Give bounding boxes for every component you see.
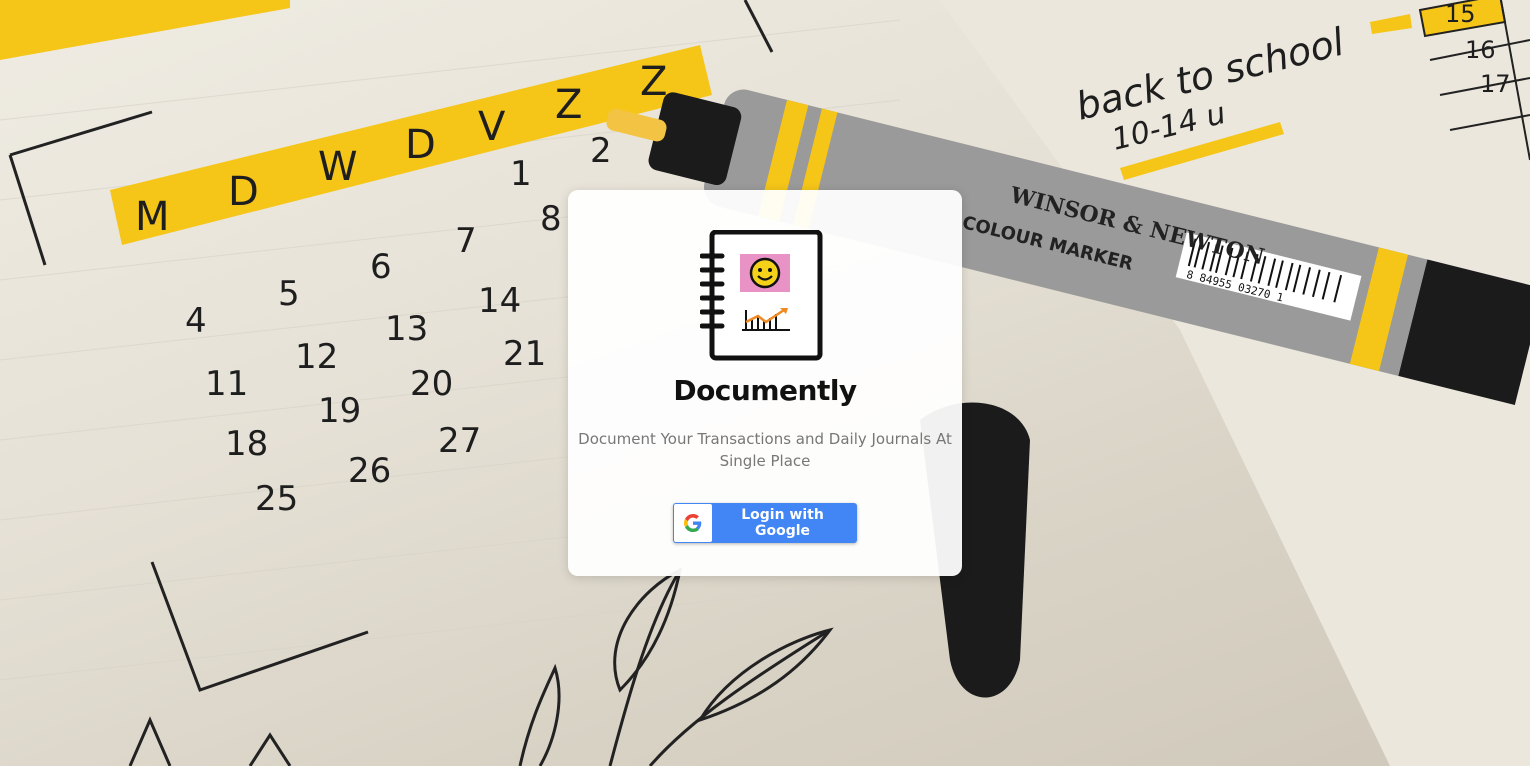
weekday-5: V xyxy=(478,104,506,150)
google-g-icon xyxy=(684,514,702,532)
date-25: 25 xyxy=(255,479,298,519)
date-21: 21 xyxy=(503,334,546,374)
date-5: 5 xyxy=(278,274,300,314)
date-27: 27 xyxy=(438,421,481,461)
date-13: 13 xyxy=(385,309,428,349)
date-11: 11 xyxy=(205,364,248,404)
date-26: 26 xyxy=(348,451,391,491)
date-4: 4 xyxy=(185,301,207,341)
date-8: 8 xyxy=(540,199,562,239)
weekday-2: D xyxy=(228,169,259,215)
table-num-2: 16 xyxy=(1465,36,1496,64)
weekday-7: Z xyxy=(640,59,667,105)
weekday-3: W xyxy=(318,144,358,190)
notebook-logo-icon xyxy=(700,230,823,361)
date-19: 19 xyxy=(318,391,361,431)
date-1: 1 xyxy=(510,154,532,194)
date-20: 20 xyxy=(410,364,453,404)
date-7: 7 xyxy=(455,221,477,261)
google-login-label: Login with Google xyxy=(741,507,824,539)
app-title: Documently xyxy=(673,374,857,407)
weekday-1: M xyxy=(135,194,170,240)
app-tagline: Document Your Transactions and Daily Jou… xyxy=(578,430,952,470)
date-6: 6 xyxy=(370,247,392,287)
date-18: 18 xyxy=(225,424,268,464)
google-icon-container xyxy=(674,504,712,542)
date-12: 12 xyxy=(295,337,338,377)
login-card: Documently Document Your Transactions an… xyxy=(568,190,962,576)
google-login-button[interactable]: Login with Google xyxy=(673,503,857,543)
date-2: 2 xyxy=(590,131,612,171)
weekday-4: D xyxy=(405,122,436,168)
weekday-6: Z xyxy=(555,82,582,128)
table-num-3: 17 xyxy=(1480,70,1511,98)
table-num-1: 15 xyxy=(1445,0,1476,28)
date-14: 14 xyxy=(478,281,521,321)
